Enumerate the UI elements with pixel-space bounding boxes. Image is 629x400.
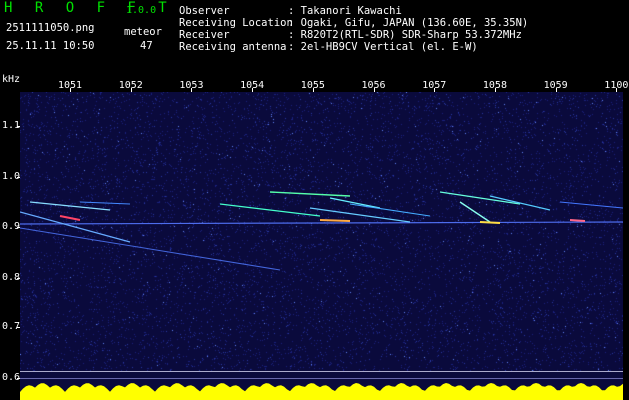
observer-value: : Takanori Kawachi — [288, 5, 402, 17]
datetime: 25.11.11 10:50 — [6, 40, 95, 52]
level-band — [20, 371, 623, 400]
meteor-label: meteor — [124, 26, 162, 38]
spectrogram-plot — [20, 92, 623, 371]
location-value: : Ogaki, Gifu, JAPAN (136.60E, 35.35N) — [288, 17, 529, 29]
echo-head — [479, 221, 501, 224]
level-band-yellow — [20, 383, 623, 400]
meteor-echo-traces — [20, 191, 623, 271]
echo-trace — [20, 211, 131, 243]
filename: 2511111050.png — [6, 22, 95, 34]
echo-trace — [459, 201, 491, 223]
receiver-value: : R820T2(RTL-SDR) SDR-Sharp 53.372MHz — [288, 29, 522, 41]
echo-trace — [439, 191, 521, 205]
echo-trace — [269, 191, 351, 197]
location-label: Receiving Location — [179, 17, 293, 29]
echo-head — [319, 219, 351, 222]
echo-trace — [20, 227, 281, 271]
header-panel: H R O F F T 1.0.0 2511111050.png 25.11.1… — [0, 0, 629, 74]
echo-head — [59, 215, 81, 221]
receiver-label: Receiver — [179, 29, 230, 41]
antenna-label: Receiving antenna — [179, 41, 287, 53]
level-band-svg — [20, 383, 623, 400]
meteor-count: 47 — [140, 40, 153, 52]
echo-trace — [489, 195, 551, 211]
echo-trace — [79, 201, 131, 205]
band-divider — [20, 378, 623, 379]
carrier-line — [20, 221, 623, 225]
echo-trace — [329, 197, 381, 209]
y-axis-unit: kHz — [2, 74, 21, 85]
echo-trace — [219, 203, 321, 217]
band-divider — [20, 371, 623, 372]
echo-head — [569, 219, 586, 222]
echo-trace — [349, 203, 431, 217]
observer-label: Observer — [179, 5, 230, 17]
app-version: 1.0.0 — [126, 5, 157, 16]
antenna-value: : 2el-HB9CV Vertical (el. E-W) — [288, 41, 478, 53]
echo-trace — [559, 201, 623, 209]
